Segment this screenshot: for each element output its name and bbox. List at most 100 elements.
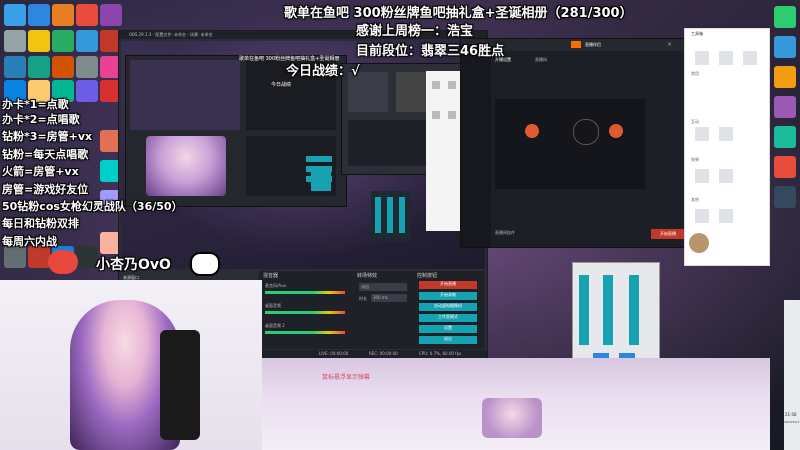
nested-teal-block — [311, 171, 331, 191]
desktop-icon[interactable] — [774, 96, 796, 118]
desktop-icon[interactable] — [774, 66, 796, 88]
douyu-tabs: 开播设置 直播间 — [495, 55, 685, 67]
controls-dock: 控制按钮 开始直播 开始录制 启动虚拟摄像机 工作室模式 设置 退出 — [415, 271, 483, 349]
duration-label: 时长 — [359, 296, 367, 301]
mixer-track-label: 桌面音频 2 — [265, 323, 285, 328]
streamer-name: 小杏乃OvO — [96, 257, 171, 273]
desktop-icon[interactable] — [774, 126, 796, 148]
audio-mixer-title: 混音器 — [263, 273, 279, 279]
desktop-icon[interactable] — [76, 80, 98, 102]
nested-item — [432, 111, 440, 119]
nested-item — [448, 111, 456, 119]
taskbar[interactable]: 21:08 2023/12/7 — [784, 300, 800, 450]
desktop-icon[interactable] — [28, 56, 50, 78]
mixer-track-label: 麦克风/Aux — [265, 283, 286, 288]
bottom-caption: 鼠标悬浮显示弹幕 — [322, 374, 371, 381]
fader[interactable] — [579, 275, 589, 345]
fader[interactable] — [603, 275, 613, 345]
mic-icon[interactable] — [525, 124, 539, 138]
desktop-icon[interactable] — [52, 4, 74, 26]
transition-select[interactable]: 淡出 — [359, 283, 407, 291]
nested-item — [448, 81, 456, 89]
douyu-promo[interactable]: 直播间挂件 — [495, 230, 515, 236]
taskbar-time: 21:08 — [785, 412, 797, 417]
douyu-sidebar — [461, 51, 491, 247]
tool-item[interactable] — [719, 209, 733, 223]
fader[interactable] — [629, 275, 639, 345]
virtual-camera-button[interactable]: 启动虚拟摄像机 — [419, 303, 477, 311]
nested-fader — [399, 197, 405, 233]
toolbox-section: 效果 — [691, 157, 699, 162]
weibo-logo-icon — [48, 250, 78, 274]
douyu-tool-window[interactable]: 直播伴侣 × 开播设置 直播间 直播间挂件 开始直播 — [460, 38, 690, 248]
tab-live-room[interactable]: 直播间 — [535, 57, 547, 63]
obs-docks: 混音器 麦克风/Aux 桌面音频 桌面音频 2 转场特效 淡出 时长 300 m… — [259, 271, 485, 349]
microphone — [160, 330, 200, 440]
nested-fader — [387, 197, 393, 233]
duration-value: 300 ms — [373, 295, 388, 300]
mixer-meter — [265, 311, 345, 314]
rule-1: 办卡*1=点歌 — [2, 98, 69, 111]
desktop-icon[interactable] — [76, 4, 98, 26]
overlay-rank: 目前段位：翡翠三46胜点 — [356, 44, 505, 59]
settings-button[interactable]: 设置 — [419, 325, 477, 333]
overlay-record: 今日战绩：√ — [286, 64, 360, 79]
nested-streamer-cam — [146, 136, 226, 196]
desktop-icon[interactable] — [774, 156, 796, 178]
desktop-icon[interactable] — [52, 56, 74, 78]
desktop-icon[interactable] — [774, 186, 796, 208]
rule-2: 办卡*2=点唱歌 — [2, 113, 80, 126]
tool-item[interactable] — [719, 169, 733, 183]
close-icon[interactable]: × — [667, 41, 672, 48]
toolbox-section: 其他 — [691, 197, 699, 202]
toolbox-panel[interactable]: 工具箱 常用 互动 效果 其他 — [684, 28, 770, 266]
duration-input[interactable]: 300 ms — [371, 294, 407, 302]
tool-item[interactable] — [695, 127, 709, 141]
audio-mixer-window[interactable] — [572, 262, 660, 368]
rule-8: 每日和钻粉双排 — [2, 217, 79, 230]
desktop-icon[interactable] — [76, 30, 98, 52]
tool-item[interactable] — [743, 51, 757, 65]
desktop-icon[interactable] — [52, 30, 74, 52]
desktop-icon[interactable] — [76, 56, 98, 78]
transition-value: 淡出 — [361, 284, 369, 289]
rule-4: 钻粉=每天点唱歌 — [2, 148, 89, 161]
tool-item[interactable] — [695, 169, 709, 183]
tool-item[interactable] — [695, 51, 709, 65]
status-live: LIVE: 00:00:00 — [319, 351, 349, 356]
nested-button — [306, 156, 332, 162]
speaker-icon[interactable] — [609, 124, 623, 138]
tool-item[interactable] — [719, 127, 733, 141]
nested-item — [432, 81, 440, 89]
controls-title: 控制按钮 — [417, 273, 438, 279]
toolbox-title: 工具箱 — [691, 31, 703, 36]
desktop-icon[interactable] — [76, 246, 98, 268]
desktop-icon[interactable] — [100, 4, 122, 26]
rule-7: 50钻粉cos女枪幻灵战队（36/50） — [2, 200, 183, 213]
desktop-icon[interactable] — [28, 246, 50, 268]
douyu-start-button[interactable]: 开始直播 — [651, 229, 685, 239]
desktop-icon[interactable] — [28, 4, 50, 26]
exit-button[interactable]: 退出 — [419, 336, 477, 344]
avatar[interactable] — [689, 233, 709, 253]
douyu-bottom-bar: 直播间挂件 — [495, 227, 645, 241]
desktop-icon[interactable] — [774, 6, 796, 28]
tool-item[interactable] — [719, 51, 733, 65]
desktop-icon[interactable] — [4, 4, 26, 26]
desktop-icon[interactable] — [4, 30, 26, 52]
rule-3: 钻粉*3=房管+vx — [2, 130, 93, 143]
desktop-icon[interactable] — [774, 36, 796, 58]
rule-5: 火箭=房管+vx — [2, 165, 79, 178]
nested-fader — [375, 197, 381, 233]
desktop-icon[interactable] — [4, 246, 26, 268]
start-stream-button[interactable]: 开始直播 — [419, 281, 477, 289]
tool-item[interactable] — [695, 209, 709, 223]
camera-icon[interactable] — [573, 119, 599, 145]
browser-page[interactable]: 鼠标悬浮显示弹幕 — [262, 358, 770, 450]
mixer-meter — [265, 331, 345, 334]
studio-mode-button[interactable]: 工作室模式 — [419, 314, 477, 322]
start-record-button[interactable]: 开始录制 — [419, 292, 477, 300]
transition-dock: 转场特效 淡出 时长 300 ms — [355, 271, 411, 349]
desktop-icon[interactable] — [4, 56, 26, 78]
desktop-icon[interactable] — [28, 30, 50, 52]
